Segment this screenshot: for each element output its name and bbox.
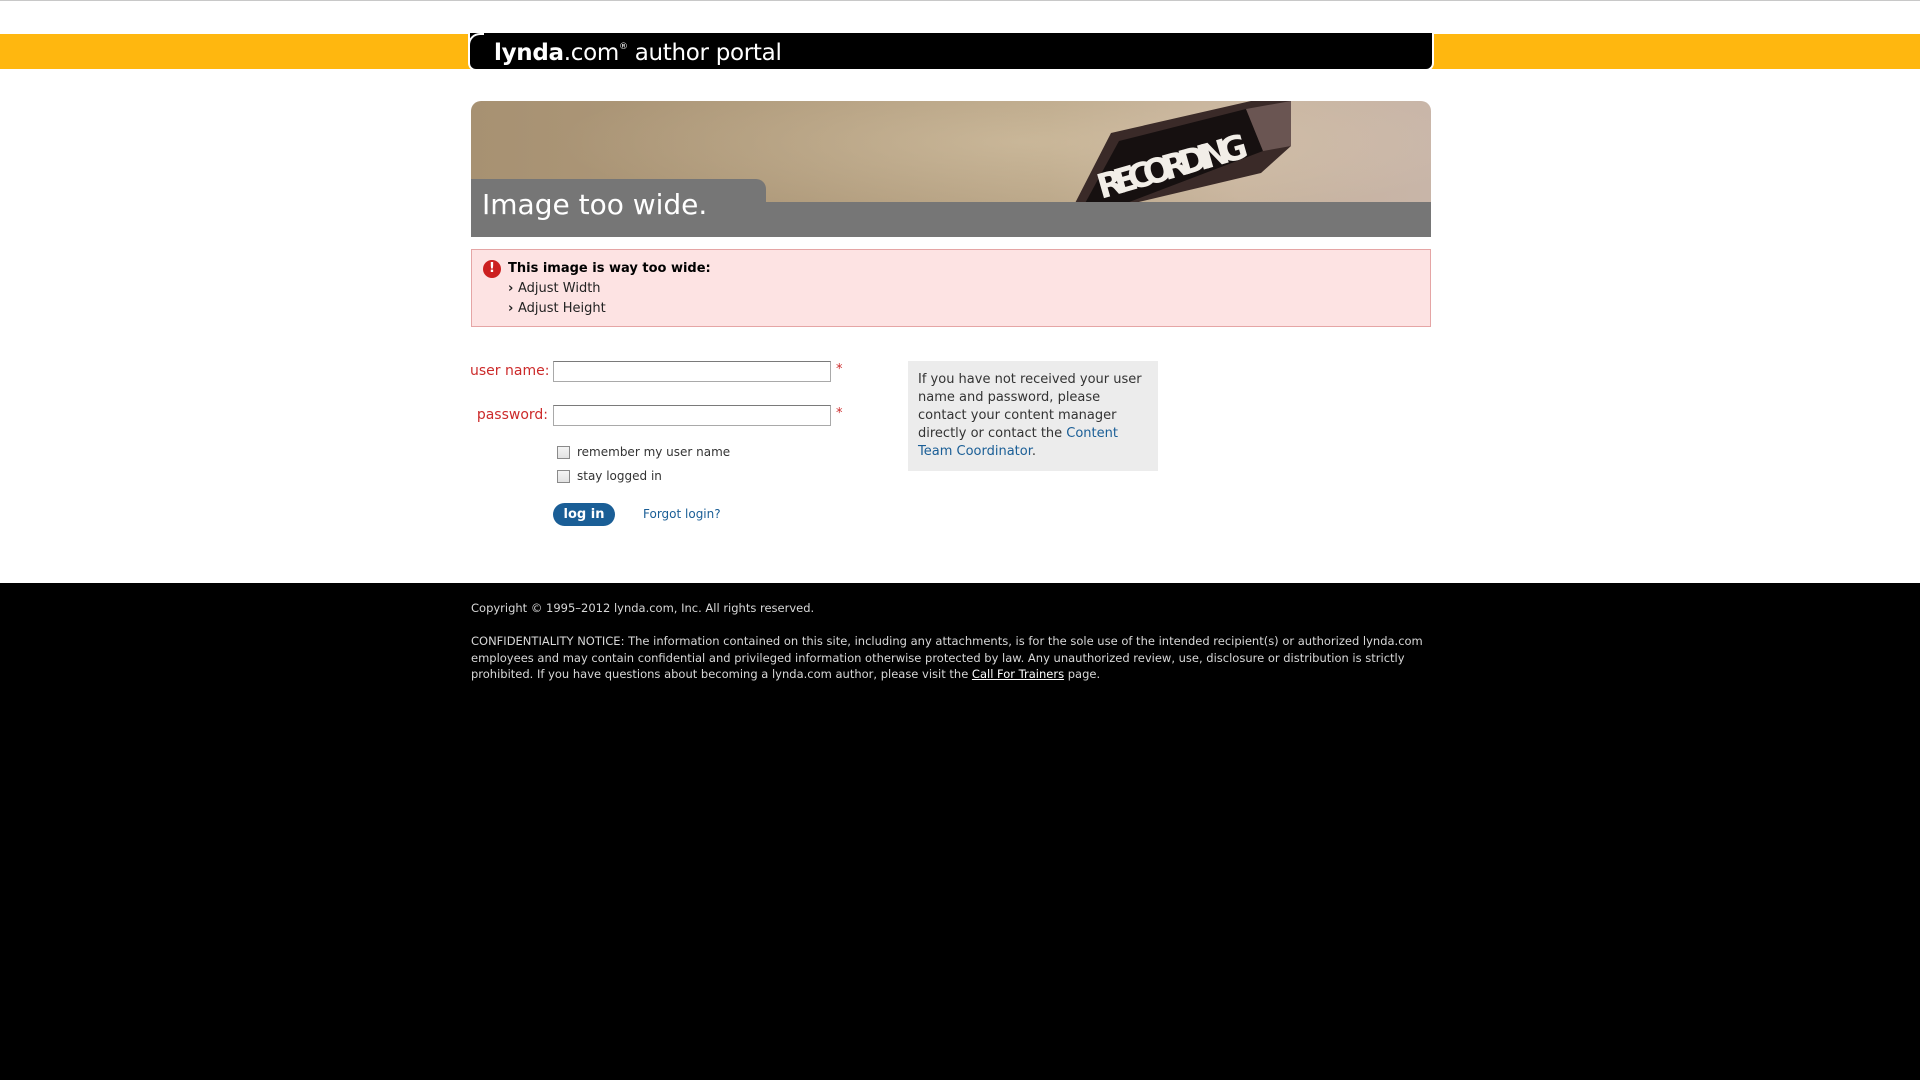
page-title: Image too wide. (482, 188, 708, 221)
logo-registered-mark: ® (618, 42, 628, 52)
stay-logged-in-label[interactable]: stay logged in (577, 469, 662, 483)
chevron-right-icon: › (508, 301, 514, 316)
username-required-marker: * (836, 362, 843, 377)
logo-product-name: author portal (627, 40, 782, 66)
confidentiality-notice: CONFIDENTIALITY NOTICE: The information … (471, 633, 1431, 683)
top-rule (0, 0, 1920, 1)
copyright-text: Copyright © 1995–2012 lynda.com, Inc. Al… (471, 601, 815, 615)
username-label: user name: (470, 363, 550, 379)
chevron-right-icon: › (508, 281, 514, 296)
page-banner: RECORDING Image too wide. (471, 101, 1431, 237)
alert-heading: This image is way too wide: (508, 261, 711, 276)
remember-username-label[interactable]: remember my user name (577, 445, 730, 459)
exclamation-icon: ! (483, 260, 501, 278)
password-label: password: (476, 407, 548, 423)
password-input[interactable] (553, 405, 831, 426)
error-alert: ! This image is way too wide: › Adjust Wi… (471, 249, 1431, 327)
login-button[interactable]: log in (553, 503, 615, 526)
password-required-marker: * (836, 406, 843, 421)
info-text-end: . (1031, 444, 1037, 459)
header-logo-tab: lynda.com® author portal (468, 33, 1434, 71)
logo-domain: .com (563, 40, 620, 66)
forgot-login-link[interactable]: Forgot login? (643, 507, 721, 521)
call-for-trainers-link[interactable]: Call For Trainers (972, 667, 1064, 681)
site-logo[interactable]: lynda.com® author portal (494, 40, 782, 66)
alert-item-label: Adjust Width (518, 281, 601, 296)
username-input[interactable] (553, 361, 831, 382)
notice-text: CONFIDENTIALITY NOTICE: The information … (471, 634, 1423, 681)
logo-brand: lynda (494, 40, 564, 66)
alert-item-adjust-height[interactable]: › Adjust Height (508, 301, 606, 316)
page-footer: Copyright © 1995–2012 lynda.com, Inc. Al… (0, 583, 1920, 1080)
alert-item-label: Adjust Height (518, 301, 606, 316)
alert-item-adjust-width[interactable]: › Adjust Width (508, 281, 601, 296)
notice-text-end: page. (1064, 667, 1101, 681)
credentials-info-box: If you have not received your user name … (908, 361, 1158, 471)
remember-username-checkbox[interactable] (557, 446, 570, 459)
recording-sign-image: RECORDING (1071, 101, 1291, 211)
stay-logged-in-checkbox[interactable] (557, 470, 570, 483)
